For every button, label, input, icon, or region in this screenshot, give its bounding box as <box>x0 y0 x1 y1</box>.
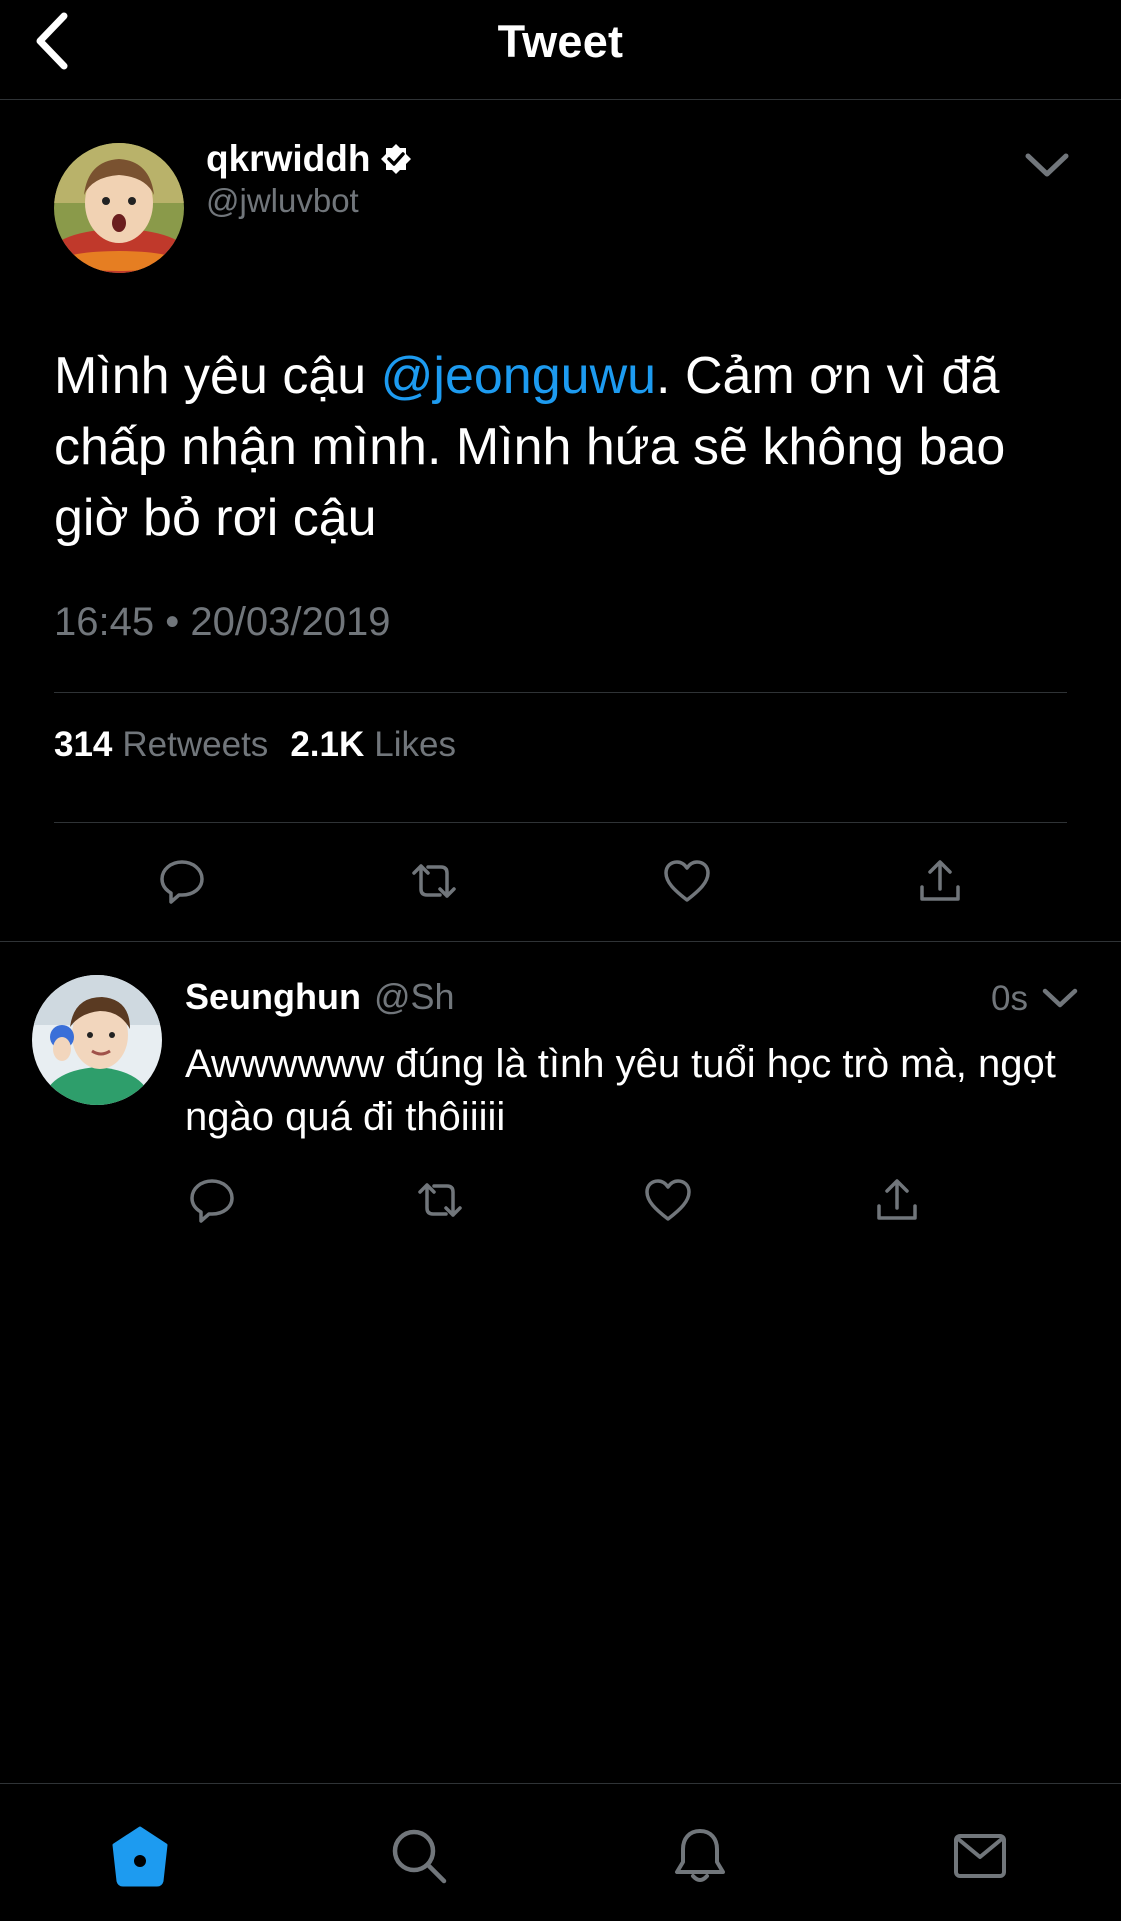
verified-badge-icon <box>381 144 412 174</box>
bottom-nav <box>0 1783 1121 1921</box>
reply-menu-caret[interactable] <box>1040 984 1080 1012</box>
chevron-down-icon <box>1042 988 1078 1008</box>
reply-avatar[interactable] <box>32 975 162 1105</box>
avatar-image <box>54 143 184 273</box>
tweet-text: Mình yêu cậu @jeonguwu. Cảm ơn vì đã chấ… <box>54 341 1074 554</box>
like-icon <box>664 860 710 902</box>
reply-button[interactable] <box>184 1172 240 1228</box>
notifications-icon <box>675 1829 725 1882</box>
retweets-stat[interactable]: 314 Retweets <box>54 725 268 765</box>
retweets-count: 314 <box>54 725 113 764</box>
avatar[interactable] <box>54 143 184 273</box>
reply-icon <box>190 1179 234 1223</box>
section-divider <box>0 941 1121 942</box>
divider <box>54 692 1067 693</box>
reply-icon <box>160 860 204 904</box>
likes-count: 2.1K <box>290 725 365 764</box>
nav-messages[interactable] <box>948 1824 1012 1888</box>
reply-text: Awwwwww đúng là tình yêu tuổi học trò mà… <box>185 1042 1056 1139</box>
page-title: Tweet <box>497 16 624 67</box>
tweet-menu-caret[interactable] <box>1022 148 1072 182</box>
tweet-stats: 314 Retweets 2.1K Likes <box>54 725 456 765</box>
retweet-icon <box>418 1183 462 1217</box>
author-display-name[interactable]: qkrwiddh <box>206 138 412 180</box>
retweet-icon <box>412 864 456 898</box>
retweet-button[interactable] <box>412 1172 468 1228</box>
nav-home[interactable] <box>108 1824 172 1888</box>
search-icon <box>392 1829 447 1884</box>
author-name-text: qkrwiddh <box>206 138 371 179</box>
author-handle[interactable]: @jwluvbot <box>206 182 359 220</box>
tweet-timestamp[interactable]: 16:45 • 20/03/2019 <box>54 600 391 645</box>
reply-handle[interactable]: @Sh <box>374 976 455 1018</box>
home-icon <box>112 1826 168 1887</box>
nav-search[interactable] <box>387 1824 451 1888</box>
reply-avatar-image <box>32 975 162 1105</box>
share-button[interactable] <box>869 1172 925 1228</box>
messages-icon <box>954 1834 1006 1878</box>
retweets-label: Retweets <box>122 725 269 764</box>
likes-stat[interactable]: 2.1K Likes <box>290 725 456 765</box>
mention-link[interactable]: @jeonguwu <box>381 347 656 405</box>
chevron-down-icon <box>1025 153 1069 177</box>
divider <box>54 822 1067 823</box>
reply-display-name[interactable]: Seunghun <box>185 976 361 1018</box>
top-bar: Tweet <box>0 0 1121 100</box>
like-button[interactable] <box>640 1172 696 1228</box>
tweet-text-part: Mình yêu cậu <box>54 347 381 405</box>
share-icon <box>920 860 960 901</box>
like-button[interactable] <box>659 853 715 909</box>
like-icon <box>645 1179 691 1221</box>
reply-button[interactable] <box>154 853 210 909</box>
retweet-button[interactable] <box>406 853 462 909</box>
reply-time: 0s <box>991 979 1028 1018</box>
share-button[interactable] <box>912 853 968 909</box>
reply-header: Seunghun @Sh <box>185 976 455 1018</box>
likes-label: Likes <box>374 725 456 764</box>
nav-notifications[interactable] <box>668 1824 732 1888</box>
share-icon <box>877 1179 917 1220</box>
